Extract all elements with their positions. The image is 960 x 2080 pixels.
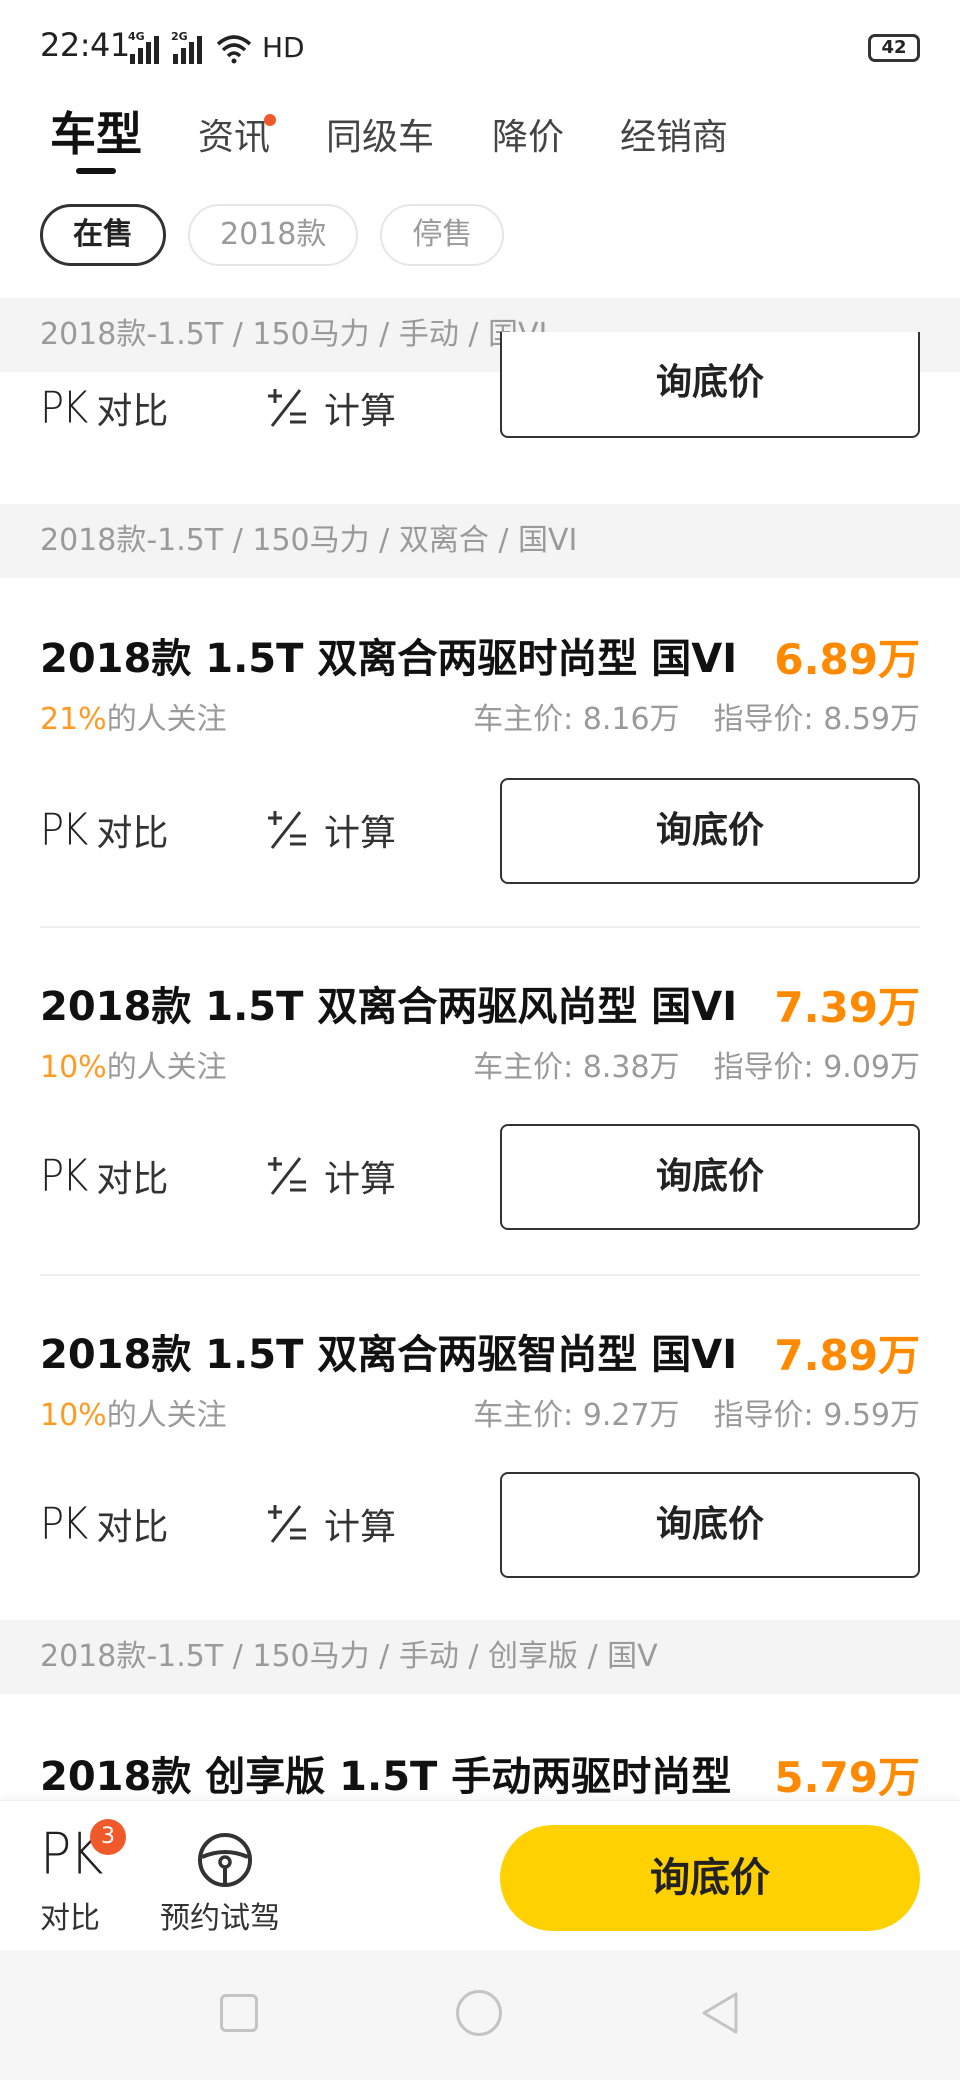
price-info: 车主价: 9.27万 指导价: 9.59万 <box>473 1390 920 1434</box>
attention-percent: 10% <box>40 1398 107 1433</box>
home-icon[interactable] <box>456 1990 502 2036</box>
network-hd-label: HD <box>262 31 305 64</box>
compare-count-badge: 3 <box>90 1819 126 1855</box>
car-model-price: 6.89万 <box>774 635 920 684</box>
recent-apps-icon[interactable] <box>220 1994 258 2032</box>
active-tab-indicator <box>76 168 116 174</box>
car-model-price: 7.39万 <box>774 983 920 1032</box>
tab-news[interactable]: 资讯 <box>198 108 270 160</box>
top-tabs: 车型 资讯 同级车 降价 经销商 <box>0 96 960 186</box>
divider <box>40 926 920 928</box>
car-model-title[interactable]: 2018款 1.5T 双离合两驱风尚型 国VI <box>40 974 737 1032</box>
attention-text: 21%的人关注 <box>40 694 227 738</box>
calculate-button[interactable]: 计算 <box>264 1150 396 1202</box>
car-actions-row: PK 对比 计算 询底价 <box>0 778 960 884</box>
pk-icon: PK <box>40 804 88 856</box>
wifi-icon <box>216 35 252 64</box>
attention-suffix: 的人关注 <box>106 702 227 737</box>
group-header: 2018款-1.5T / 150马力 / 手动 / 创享版 / 国V <box>0 1620 960 1694</box>
compare-label: 对比 <box>96 391 169 432</box>
owner-price: 车主价: 9.27万 <box>473 1398 680 1433</box>
ask-price-primary-button[interactable]: 询底价 <box>500 1825 920 1931</box>
attention-percent: 21% <box>40 702 107 737</box>
compare-tray-button[interactable]: PK 3 <box>40 1819 126 1888</box>
compare-label: 对比 <box>96 1507 169 1548</box>
attention-percent: 10% <box>40 1050 107 1085</box>
signal-icon-secondary: 2G <box>171 30 202 64</box>
car-actions-row: PK 对比 计算 询底价 <box>0 1124 960 1230</box>
pk-icon: PK <box>40 1498 88 1550</box>
back-icon[interactable] <box>698 1990 744 2036</box>
steering-wheel-icon[interactable] <box>196 1831 254 1889</box>
guide-price: 指导价: 9.59万 <box>713 1398 920 1433</box>
compare-label: 对比 <box>96 1159 169 1200</box>
status-time: 22:41 <box>40 26 130 64</box>
bottom-action-bar: PK 3 对比 预约试驾 询底价 <box>0 1800 960 1950</box>
calculator-icon <box>268 811 306 849</box>
calculate-button[interactable]: 计算 <box>264 804 396 856</box>
price-info: 车主价: 8.16万 指导价: 8.59万 <box>473 694 920 738</box>
calculator-icon <box>268 1505 306 1543</box>
ask-price-button[interactable]: 询底价 <box>500 1472 920 1578</box>
tab-dealers[interactable]: 经销商 <box>620 108 728 160</box>
tab-same-class[interactable]: 同级车 <box>326 108 434 160</box>
signal-tag-secondary: 2G <box>171 30 188 43</box>
owner-price: 车主价: 8.16万 <box>473 702 680 737</box>
attention-text: 10%的人关注 <box>40 1390 227 1434</box>
ask-price-button[interactable]: 询底价 <box>500 332 920 438</box>
ask-price-button[interactable]: 询底价 <box>500 778 920 884</box>
signal-icon: 4G <box>128 30 159 64</box>
calculator-icon <box>268 389 306 427</box>
filter-on-sale[interactable]: 在售 <box>40 204 166 266</box>
pk-compare-button[interactable]: PK 对比 <box>40 382 168 434</box>
guide-price: 指导价: 8.59万 <box>713 702 920 737</box>
pk-compare-button[interactable]: PK 对比 <box>40 1150 168 1202</box>
status-icons: 4G 2G HD <box>128 28 305 64</box>
calculate-button[interactable]: 计算 <box>264 1498 396 1550</box>
car-model-title[interactable]: 2018款 创享版 1.5T 手动两驱时尚型 <box>40 1744 731 1802</box>
calculate-label: 计算 <box>324 1507 397 1548</box>
tab-models[interactable]: 车型 <box>50 98 142 164</box>
status-bar: 22:41 4G 2G HD 42 <box>0 0 960 90</box>
car-model-price: 5.79万 <box>774 1753 920 1802</box>
tab-news-unread-dot <box>264 114 276 126</box>
car-model-title[interactable]: 2018款 1.5T 双离合两驱时尚型 国VI <box>40 626 737 684</box>
group-header: 2018款-1.5T / 150马力 / 双离合 / 国VI <box>0 504 960 578</box>
calculate-label: 计算 <box>324 391 397 432</box>
divider <box>40 1274 920 1276</box>
pk-icon: PK <box>40 382 88 434</box>
filter-chips: 在售 2018款 停售 <box>40 204 505 266</box>
car-model-price: 7.89万 <box>774 1331 920 1380</box>
pk-compare-button[interactable]: PK 对比 <box>40 804 168 856</box>
guide-price: 指导价: 9.09万 <box>713 1050 920 1085</box>
battery-icon: 42 <box>868 34 920 62</box>
calculator-icon <box>268 1157 306 1195</box>
calculate-label: 计算 <box>324 1159 397 1200</box>
filter-discontinued[interactable]: 停售 <box>380 204 505 266</box>
signal-tag: 4G <box>128 30 145 43</box>
attention-suffix: 的人关注 <box>106 1050 227 1085</box>
pk-compare-button[interactable]: PK 对比 <box>40 1498 168 1550</box>
test-drive-label[interactable]: 预约试驾 <box>160 1893 280 1937</box>
attention-text: 10%的人关注 <box>40 1042 227 1086</box>
car-actions-row: PK 对比 计算 询底价 <box>0 1472 960 1578</box>
calculate-label: 计算 <box>324 813 397 854</box>
calculate-button[interactable]: 计算 <box>264 382 396 434</box>
pk-icon: PK <box>40 1150 88 1202</box>
owner-price: 车主价: 8.38万 <box>473 1050 680 1085</box>
price-info: 车主价: 8.38万 指导价: 9.09万 <box>473 1042 920 1086</box>
attention-suffix: 的人关注 <box>106 1398 227 1433</box>
system-nav-bar <box>0 1950 960 2080</box>
ask-price-button[interactable]: 询底价 <box>500 1124 920 1230</box>
car-model-title[interactable]: 2018款 1.5T 双离合两驱智尚型 国VI <box>40 1322 737 1380</box>
tab-price-drop[interactable]: 降价 <box>492 108 564 160</box>
compare-tray-label[interactable]: 对比 <box>40 1893 100 1937</box>
compare-label: 对比 <box>96 813 169 854</box>
filter-2018[interactable]: 2018款 <box>188 204 359 266</box>
car-actions-row: PK 对比 计算 询底价 <box>0 332 960 462</box>
